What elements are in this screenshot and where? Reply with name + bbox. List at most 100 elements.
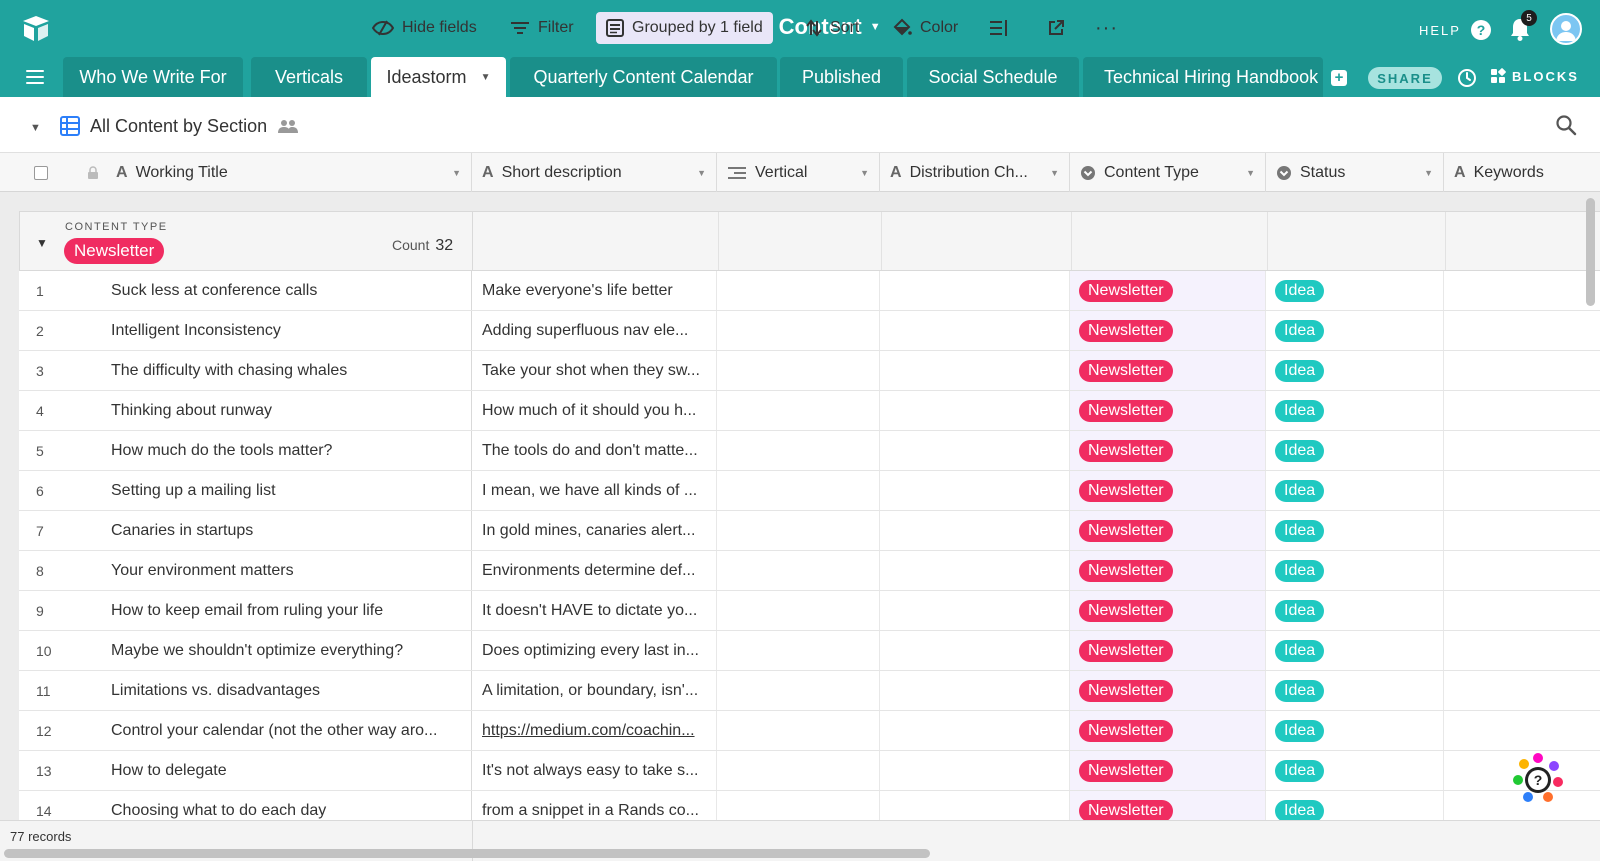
chevron-down-icon[interactable]: ▼: [1424, 168, 1433, 178]
table-row[interactable]: 5 How much do the tools matter? The tool…: [19, 431, 1600, 471]
keywords-cell[interactable]: [1444, 551, 1600, 590]
table-row[interactable]: 12 Control your calendar (not the other …: [19, 711, 1600, 751]
working-title-cell[interactable]: Control your calendar (not the other way…: [99, 711, 472, 750]
table-row[interactable]: 6 Setting up a mailing list I mean, we h…: [19, 471, 1600, 511]
vertical-cell[interactable]: [717, 671, 880, 710]
short-description-cell[interactable]: It's not always easy to take s...: [472, 751, 717, 790]
distribution-cell[interactable]: [880, 511, 1070, 550]
column-header-vertical[interactable]: Vertical ▼: [717, 153, 880, 192]
table-row[interactable]: 1 Suck less at conference calls Make eve…: [19, 271, 1600, 311]
content-type-cell[interactable]: Newsletter: [1070, 671, 1266, 710]
select-all-checkbox[interactable]: [34, 165, 48, 180]
sort-button[interactable]: Sort: [796, 12, 869, 44]
table-row[interactable]: 9 How to keep email from ruling your lif…: [19, 591, 1600, 631]
avatar[interactable]: [1550, 13, 1582, 45]
view-menu-caret-icon[interactable]: ▼: [30, 122, 41, 134]
keywords-cell[interactable]: [1444, 591, 1600, 630]
table-row[interactable]: 4 Thinking about runway How much of it s…: [19, 391, 1600, 431]
short-description-cell[interactable]: https://medium.com/coachin...: [472, 711, 717, 750]
distribution-cell[interactable]: [880, 751, 1070, 790]
short-description-cell[interactable]: Environments determine def...: [472, 551, 717, 590]
color-button[interactable]: Color: [882, 12, 968, 44]
status-cell[interactable]: Idea: [1266, 431, 1444, 470]
menu-icon[interactable]: [26, 70, 44, 84]
status-cell[interactable]: Idea: [1266, 551, 1444, 590]
share-button[interactable]: SHARE: [1368, 67, 1442, 89]
status-cell[interactable]: Idea: [1266, 391, 1444, 430]
content-type-cell[interactable]: Newsletter: [1070, 351, 1266, 390]
working-title-cell[interactable]: Choosing what to do each day: [99, 791, 472, 820]
keywords-cell[interactable]: [1444, 431, 1600, 470]
short-description-cell[interactable]: It doesn't HAVE to dictate yo...: [472, 591, 717, 630]
tab-social-schedule[interactable]: Social Schedule: [907, 57, 1079, 97]
keywords-cell[interactable]: [1444, 391, 1600, 430]
column-header-short-description[interactable]: A Short description ▼: [472, 153, 717, 192]
working-title-cell[interactable]: How to delegate: [99, 751, 472, 790]
chevron-down-icon[interactable]: ▼: [697, 168, 706, 178]
description-link[interactable]: https://medium.com/coachin...: [482, 722, 695, 740]
keywords-cell[interactable]: [1444, 311, 1600, 350]
table-row[interactable]: 10 Maybe we shouldn't optimize everythin…: [19, 631, 1600, 671]
short-description-cell[interactable]: I mean, we have all kinds of ...: [472, 471, 717, 510]
distribution-cell[interactable]: [880, 471, 1070, 510]
help-button[interactable]: HELP ?: [1419, 20, 1491, 40]
tab-technical-hiring-handbook[interactable]: Technical Hiring Handbook: [1083, 57, 1323, 97]
vertical-cell[interactable]: [717, 391, 880, 430]
distribution-cell[interactable]: [880, 631, 1070, 670]
content-type-cell[interactable]: Newsletter: [1070, 471, 1266, 510]
short-description-cell[interactable]: Make everyone's life better: [472, 271, 717, 310]
short-description-cell[interactable]: A limitation, or boundary, isn'...: [472, 671, 717, 710]
short-description-cell[interactable]: from a snippet in a Rands co...: [472, 791, 717, 820]
keywords-cell[interactable]: [1444, 511, 1600, 550]
table-row[interactable]: 8 Your environment matters Environments …: [19, 551, 1600, 591]
horizontal-scrollbar[interactable]: [4, 849, 930, 858]
working-title-cell[interactable]: How much do the tools matter?: [99, 431, 472, 470]
distribution-cell[interactable]: [880, 311, 1070, 350]
vertical-cell[interactable]: [717, 711, 880, 750]
content-type-cell[interactable]: Newsletter: [1070, 391, 1266, 430]
status-cell[interactable]: Idea: [1266, 591, 1444, 630]
short-description-cell[interactable]: In gold mines, canaries alert...: [472, 511, 717, 550]
status-cell[interactable]: Idea: [1266, 791, 1444, 820]
content-type-cell[interactable]: Newsletter: [1070, 311, 1266, 350]
column-header-distribution[interactable]: A Distribution Ch... ▼: [880, 153, 1070, 192]
working-title-cell[interactable]: Thinking about runway: [99, 391, 472, 430]
column-header-working-title[interactable]: A Working Title ▼: [0, 153, 472, 192]
vertical-cell[interactable]: [717, 511, 880, 550]
short-description-cell[interactable]: The tools do and don't matte...: [472, 431, 717, 470]
keywords-cell[interactable]: [1444, 271, 1600, 310]
content-type-cell[interactable]: Newsletter: [1070, 511, 1266, 550]
hide-fields-button[interactable]: Hide fields: [362, 12, 487, 44]
distribution-cell[interactable]: [880, 431, 1070, 470]
keywords-cell[interactable]: [1444, 711, 1600, 750]
vertical-cell[interactable]: [717, 471, 880, 510]
status-cell[interactable]: Idea: [1266, 471, 1444, 510]
content-type-cell[interactable]: Newsletter: [1070, 791, 1266, 820]
distribution-cell[interactable]: [880, 551, 1070, 590]
keywords-cell[interactable]: [1444, 351, 1600, 390]
working-title-cell[interactable]: Maybe we shouldn't optimize everything?: [99, 631, 472, 670]
status-cell[interactable]: Idea: [1266, 511, 1444, 550]
chevron-down-icon[interactable]: ▼: [452, 168, 461, 178]
table-row[interactable]: 14 Choosing what to do each day from a s…: [19, 791, 1600, 820]
working-title-cell[interactable]: Suck less at conference calls: [99, 271, 472, 310]
more-options-icon[interactable]: ···: [1085, 12, 1128, 44]
content-type-cell[interactable]: Newsletter: [1070, 271, 1266, 310]
working-title-cell[interactable]: Canaries in startups: [99, 511, 472, 550]
distribution-cell[interactable]: [880, 391, 1070, 430]
content-type-cell[interactable]: Newsletter: [1070, 751, 1266, 790]
search-icon[interactable]: [1555, 114, 1577, 136]
distribution-cell[interactable]: [880, 711, 1070, 750]
status-cell[interactable]: Idea: [1266, 631, 1444, 670]
vertical-cell[interactable]: [717, 271, 880, 310]
chevron-down-icon[interactable]: ▼: [481, 72, 491, 83]
short-description-cell[interactable]: Take your shot when they sw...: [472, 351, 717, 390]
table-row[interactable]: 11 Limitations vs. disadvantages A limit…: [19, 671, 1600, 711]
content-type-cell[interactable]: Newsletter: [1070, 431, 1266, 470]
vertical-scrollbar[interactable]: [1586, 198, 1595, 306]
chevron-down-icon[interactable]: ▼: [1246, 168, 1255, 178]
working-title-cell[interactable]: Your environment matters: [99, 551, 472, 590]
distribution-cell[interactable]: [880, 791, 1070, 820]
content-type-cell[interactable]: Newsletter: [1070, 591, 1266, 630]
chevron-down-icon[interactable]: ▼: [1050, 168, 1059, 178]
